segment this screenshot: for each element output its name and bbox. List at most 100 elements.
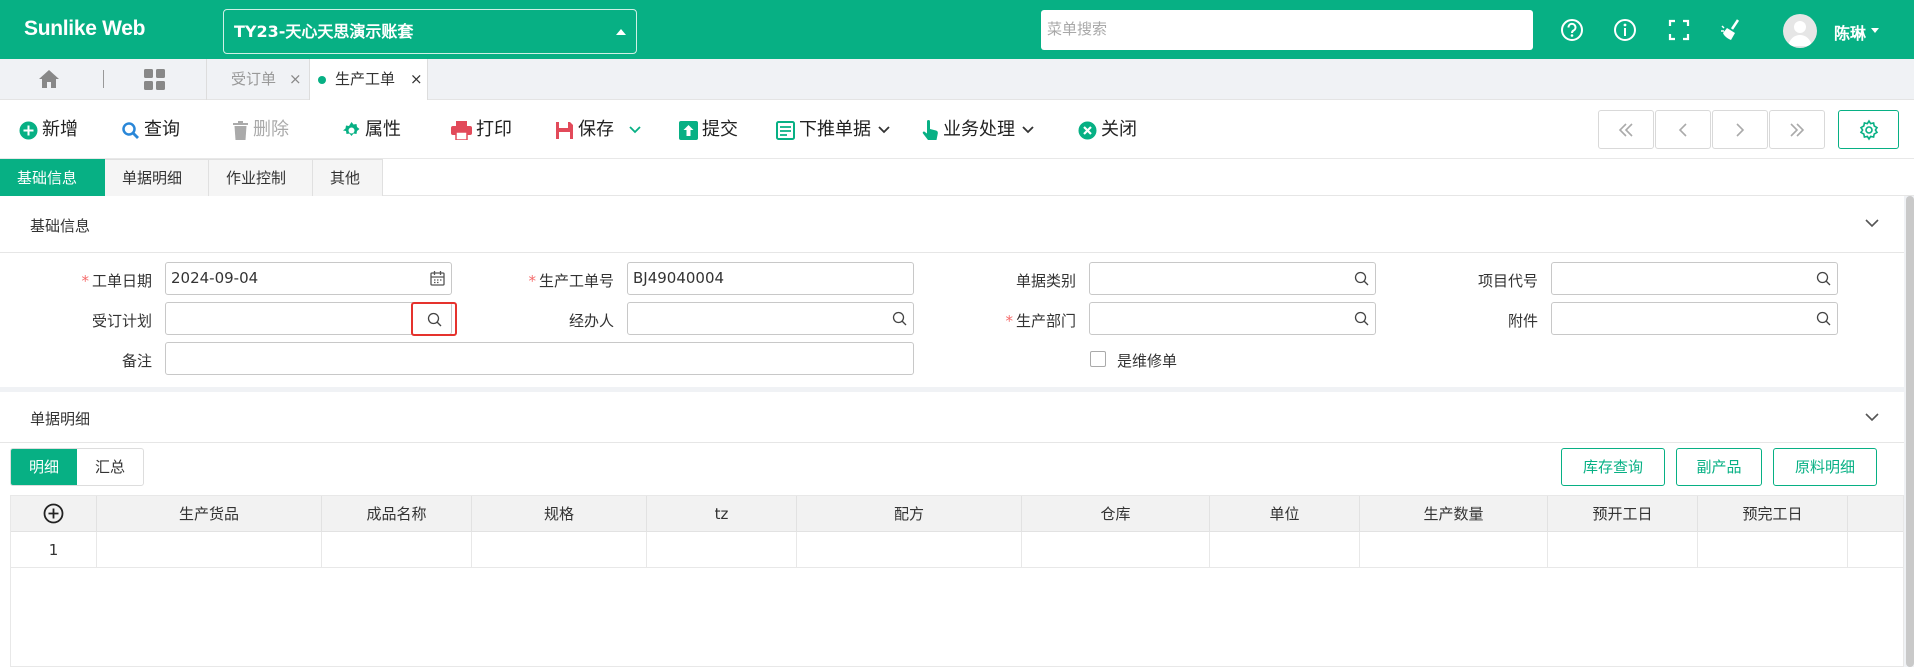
tab-document-detail[interactable]: 单据明细 <box>105 159 209 196</box>
query-button[interactable]: 查询 <box>121 118 180 142</box>
table-cell[interactable] <box>1360 532 1548 568</box>
tab-basic-info[interactable]: 基础信息 <box>0 159 105 196</box>
table-cell[interactable] <box>1210 532 1360 568</box>
save-button[interactable]: 保存 <box>555 118 646 142</box>
query-label: 查询 <box>144 119 180 140</box>
gear-icon <box>343 121 360 136</box>
column-header[interactable]: 配方 <box>797 496 1022 532</box>
by-product-button[interactable]: 副产品 <box>1676 448 1762 486</box>
new-button[interactable]: 新增 <box>19 118 78 142</box>
dept-input[interactable] <box>1089 302 1376 335</box>
order-plan-input[interactable] <box>165 302 452 335</box>
table-cell[interactable] <box>1548 532 1698 568</box>
close-icon[interactable]: × <box>289 59 302 100</box>
tab-sales-order[interactable]: 受订单 × <box>207 59 309 100</box>
project-input[interactable] <box>1551 262 1838 295</box>
column-header[interactable]: 仓库 <box>1022 496 1210 532</box>
work-date-input[interactable]: 2024-09-04 <box>165 262 452 295</box>
last-record-button[interactable] <box>1769 110 1825 149</box>
next-record-button[interactable] <box>1712 110 1768 149</box>
account-selector[interactable]: TY23-天心天思演示账套 <box>223 9 637 54</box>
home-icon[interactable] <box>38 69 60 89</box>
column-header[interactable]: 生产数量 <box>1360 496 1548 532</box>
grid-menu-icon[interactable] <box>144 69 165 90</box>
print-button[interactable]: 打印 <box>451 118 512 142</box>
column-header[interactable]: 预完工日 <box>1698 496 1848 532</box>
table-cell[interactable] <box>97 532 322 568</box>
attachment-input[interactable] <box>1551 302 1838 335</box>
column-header[interactable]: 规格 <box>472 496 647 532</box>
column-header[interactable]: 成品名称 <box>322 496 472 532</box>
close-button[interactable]: 关闭 <box>1078 118 1137 142</box>
table-cell[interactable] <box>797 532 1022 568</box>
first-record-button[interactable] <box>1598 110 1654 149</box>
vertical-scrollbar[interactable] <box>1906 196 1914 667</box>
stock-query-button[interactable]: 库存查询 <box>1561 448 1665 486</box>
order-plan-lookup-button[interactable] <box>411 302 457 336</box>
hand-pointer-icon <box>922 119 938 140</box>
search-icon[interactable] <box>1354 271 1369 286</box>
table-cell[interactable] <box>322 532 472 568</box>
subtab-detail[interactable]: 明细 <box>11 449 78 485</box>
order-no-input[interactable]: BJ49040004 <box>627 262 914 295</box>
dept-label: * 生产部门 <box>1005 312 1076 330</box>
column-header[interactable]: 单位 <box>1210 496 1360 532</box>
caret-down-icon[interactable] <box>1871 28 1879 33</box>
panel-divider <box>0 442 1904 443</box>
tab-production-order[interactable]: 生产工单 × <box>309 59 428 100</box>
fullscreen-icon[interactable] <box>1665 16 1693 44</box>
username[interactable]: 陈琳 <box>1834 20 1866 44</box>
material-detail-button[interactable]: 原料明细 <box>1773 448 1877 486</box>
chevron-down-icon[interactable] <box>1864 218 1880 228</box>
column-header[interactable]: 生产货品 <box>97 496 322 532</box>
table-cell[interactable] <box>1022 532 1210 568</box>
info-icon[interactable] <box>1611 16 1639 44</box>
doc-type-input[interactable] <box>1089 262 1376 295</box>
search-icon <box>427 312 442 327</box>
business-process-button[interactable]: 业务处理 <box>922 118 1039 142</box>
close-icon[interactable]: × <box>410 59 423 100</box>
upload-icon <box>679 120 698 140</box>
tab-separator <box>103 70 104 88</box>
user-icon <box>1788 21 1812 46</box>
settings-button[interactable] <box>1838 110 1899 149</box>
search-icon[interactable] <box>1816 271 1831 286</box>
table-cell[interactable] <box>1698 532 1848 568</box>
tab-other[interactable]: 其他 <box>313 159 383 196</box>
repair-checkbox[interactable] <box>1090 351 1106 367</box>
push-down-button[interactable]: 下推单据 <box>776 118 895 142</box>
remark-input[interactable] <box>165 342 914 375</box>
active-dot-icon <box>318 76 326 84</box>
delete-button[interactable]: 删除 <box>232 118 289 142</box>
chevron-down-icon[interactable] <box>628 125 642 135</box>
project-label: 项目代号 <box>1477 272 1538 290</box>
table-cell[interactable] <box>472 532 647 568</box>
subtab-summary[interactable]: 汇总 <box>77 449 143 485</box>
help-icon[interactable] <box>1558 16 1586 44</box>
tab-job-control[interactable]: 作业控制 <box>209 159 313 196</box>
submit-label: 提交 <box>702 119 738 140</box>
submit-button[interactable]: 提交 <box>679 118 738 142</box>
menu-search-input[interactable] <box>1041 10 1533 50</box>
search-icon[interactable] <box>892 311 907 326</box>
gear-icon <box>1859 118 1878 141</box>
avatar[interactable] <box>1783 14 1817 48</box>
properties-button[interactable]: 属性 <box>342 118 401 142</box>
calendar-icon[interactable] <box>430 271 445 286</box>
search-icon[interactable] <box>1354 311 1369 326</box>
handler-input[interactable] <box>627 302 914 335</box>
prev-record-button[interactable] <box>1655 110 1711 149</box>
column-header[interactable]: 预开工日 <box>1548 496 1698 532</box>
column-header[interactable]: tz <box>647 496 797 532</box>
chevron-down-icon <box>878 126 890 134</box>
print-label: 打印 <box>476 119 512 140</box>
basic-info-panel: 基础信息 * 工单日期 2024-09-04 * 生产工单号 BJ49040004 … <box>0 196 1904 387</box>
floppy-icon <box>556 121 573 139</box>
chevron-down-icon[interactable] <box>1864 412 1880 422</box>
clean-icon[interactable] <box>1718 16 1746 44</box>
add-row-header[interactable] <box>11 496 97 532</box>
caret-up-icon <box>616 29 626 35</box>
table-cell[interactable] <box>647 532 797 568</box>
search-icon[interactable] <box>1816 311 1831 326</box>
trash-icon <box>233 120 248 140</box>
